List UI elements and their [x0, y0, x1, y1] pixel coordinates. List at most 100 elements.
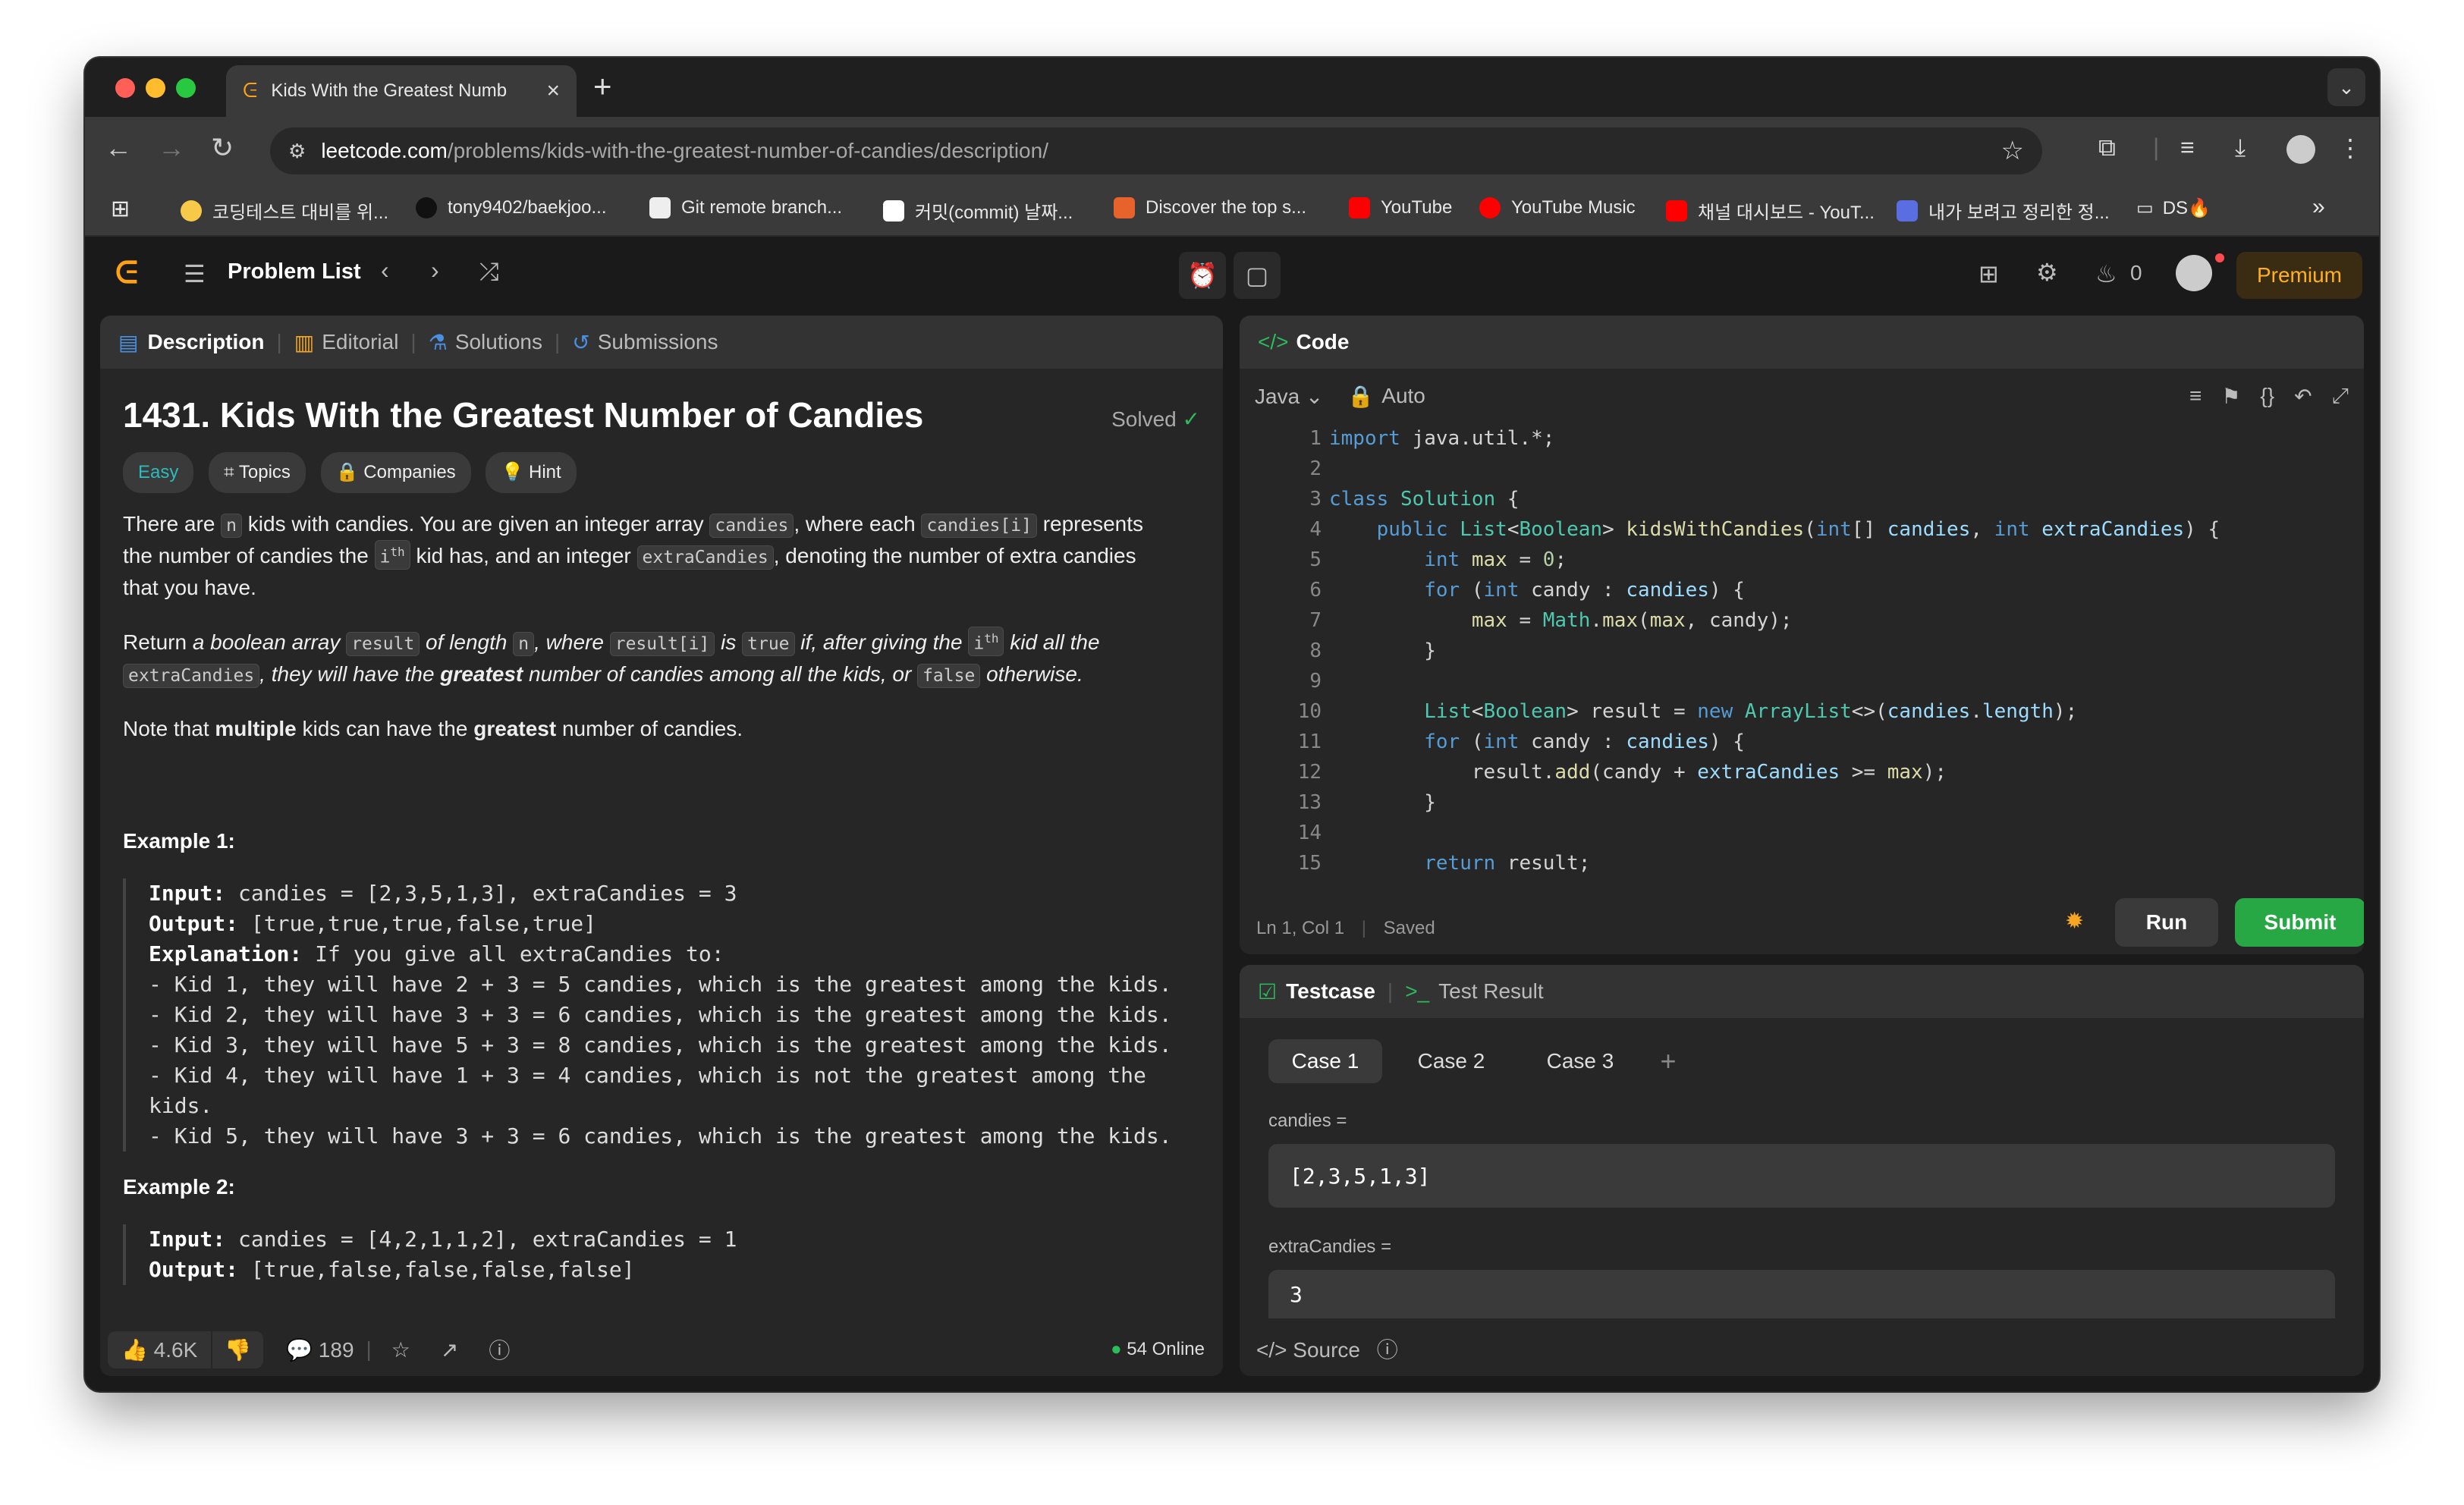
- code-line: for (int candy : candies) {: [1424, 731, 1745, 753]
- reset-icon[interactable]: ↶: [2294, 384, 2312, 409]
- online-count: ● 54 Online: [1111, 1339, 1205, 1359]
- browser-tab[interactable]: ᕮ Kids With the Greatest Numb ×: [226, 65, 577, 117]
- bookmark-icon[interactable]: ⚑: [2221, 384, 2240, 409]
- testcase-header: ☑ Testcase | >_ Test Result: [1240, 965, 2364, 1018]
- shuffle-icon[interactable]: ⤮: [479, 258, 499, 287]
- line-number: 1: [1309, 427, 1322, 450]
- expand-icon[interactable]: ⤢: [2332, 384, 2349, 409]
- code-header: </> Code: [1240, 316, 2364, 369]
- editorial-icon: ▥: [294, 330, 315, 354]
- maximize-window-button[interactable]: [176, 78, 196, 98]
- paragraph-2: Return a boolean array result of length …: [123, 627, 1200, 690]
- difficulty-badge[interactable]: Easy: [123, 452, 194, 493]
- language-select[interactable]: Java ⌄: [1255, 384, 1323, 409]
- layout-icon[interactable]: ⊞: [1978, 259, 1999, 288]
- new-tab-button[interactable]: +: [593, 68, 612, 105]
- close-window-button[interactable]: [115, 78, 135, 98]
- line-number: 15: [1297, 852, 1322, 875]
- description-footer: 👍 4.6K 👎 💬 189 | ☆ ↗ ⓘ ● 54 Online: [100, 1323, 1223, 1376]
- minimize-window-button[interactable]: [146, 78, 165, 98]
- download-icon[interactable]: ⤓: [2235, 134, 2246, 162]
- hint-chip[interactable]: 💡 Hint: [486, 452, 577, 493]
- reload-icon[interactable]: ↻: [211, 132, 234, 164]
- address-bar[interactable]: ⚙ leetcode.com/problems/kids-with-the-gr…: [270, 127, 2042, 174]
- bookmark-1[interactable]: 코딩테스트 대비를 위...: [181, 197, 388, 224]
- bookmark-2[interactable]: tony9402/baekjoo...: [416, 197, 607, 218]
- prev-problem-icon[interactable]: ‹: [381, 256, 389, 284]
- bookmark-star-icon[interactable]: ☆: [2001, 136, 2024, 166]
- bookmark-youtube[interactable]: YouTube: [1349, 197, 1452, 218]
- bookmark-folder-ds[interactable]: ▭ DS🔥: [2136, 197, 2211, 219]
- run-button[interactable]: Run: [2115, 898, 2218, 947]
- close-tab-icon[interactable]: ×: [546, 78, 560, 104]
- bookmark-youtube-music[interactable]: YouTube Music: [1479, 197, 1636, 218]
- braces-icon[interactable]: {}: [2260, 384, 2274, 408]
- line-number: 9: [1309, 670, 1322, 693]
- tag-chips: Easy ⌗ Topics 🔒 Companies 💡 Hint: [123, 452, 1200, 493]
- leetcode-favicon-icon: ᕮ: [243, 79, 258, 102]
- more-bookmarks-icon[interactable]: »: [2312, 194, 2325, 220]
- problem-description: 1431. Kids With the Greatest Number of C…: [123, 397, 1200, 1285]
- settings-gear-icon[interactable]: ⚙: [2036, 258, 2058, 287]
- next-problem-icon[interactable]: ›: [431, 256, 439, 284]
- streak-fire-icon[interactable]: ♨: [2095, 259, 2117, 288]
- case-3-tab[interactable]: Case 3: [1523, 1039, 1637, 1083]
- extensions-icon[interactable]: ⧉: [2098, 134, 2116, 162]
- share-icon[interactable]: ↗: [441, 1337, 458, 1362]
- help-icon[interactable]: ⓘ: [489, 1334, 510, 1365]
- media-icon[interactable]: ≡: [2180, 134, 2195, 162]
- tab-description[interactable]: Description: [147, 330, 264, 354]
- tab-testcase[interactable]: Testcase: [1286, 979, 1375, 1004]
- site-info-icon[interactable]: ⚙: [288, 140, 306, 163]
- bookmark-channel-dashboard[interactable]: 채널 대시보드 - YouT...: [1666, 197, 1875, 224]
- timer-icon[interactable]: ⏰: [1179, 252, 1226, 299]
- bookmark-4[interactable]: 커밋(commit) 날짜...: [883, 197, 1073, 224]
- debugger-icon[interactable]: ✹: [2065, 908, 2084, 935]
- mode-label[interactable]: Auto: [1381, 384, 1425, 408]
- code-line: public List<Boolean> kidsWithCandies(int…: [1376, 518, 2220, 541]
- case-1-tab[interactable]: Case 1: [1268, 1039, 1382, 1083]
- browser-menu-icon[interactable]: ⋮: [2338, 134, 2362, 162]
- submit-button[interactable]: Submit: [2235, 898, 2364, 947]
- line-number: 11: [1297, 731, 1322, 753]
- comment-icon: 💬: [286, 1337, 313, 1362]
- comments-button[interactable]: 💬 189: [286, 1337, 354, 1362]
- thumbs-down-icon: 👎: [225, 1337, 252, 1362]
- user-avatar[interactable]: [2176, 255, 2212, 291]
- dislike-button[interactable]: 👎: [212, 1331, 264, 1368]
- extra-candies-input[interactable]: 3: [1268, 1270, 2335, 1318]
- add-case-icon[interactable]: +: [1649, 1039, 1687, 1083]
- leetcode-logo-icon[interactable]: ᕮ: [115, 256, 138, 291]
- candies-input[interactable]: [2,3,5,1,3]: [1268, 1144, 2335, 1208]
- code-line: import java.util.*;: [1329, 427, 1555, 450]
- line-number: 6: [1309, 579, 1322, 602]
- back-icon[interactable]: ←: [105, 132, 132, 164]
- bookmark-5[interactable]: Discover the top s...: [1114, 197, 1306, 218]
- bookmark-9[interactable]: 내가 보려고 정리한 정...: [1897, 197, 2110, 224]
- checkbox-icon: ☑: [1258, 979, 1278, 1004]
- code-line: int max = 0;: [1424, 548, 1567, 571]
- profile-avatar[interactable]: [2286, 135, 2315, 164]
- case-2-tab[interactable]: Case 2: [1394, 1039, 1508, 1083]
- apps-icon[interactable]: ⊞: [111, 196, 130, 222]
- tab-submissions[interactable]: Submissions: [598, 330, 718, 354]
- forward-icon[interactable]: →: [158, 132, 185, 164]
- tab-test-result[interactable]: Test Result: [1438, 979, 1544, 1004]
- format-icon[interactable]: ≡: [2189, 384, 2202, 408]
- tab-search-button[interactable]: ⌄: [2327, 68, 2365, 106]
- bookmark-3[interactable]: Git remote branch...: [649, 197, 842, 218]
- like-button[interactable]: 👍 4.6K: [108, 1331, 212, 1368]
- companies-chip[interactable]: 🔒 Companies: [320, 452, 471, 493]
- premium-button[interactable]: Premium: [2236, 252, 2362, 299]
- problem-list-link[interactable]: Problem List: [228, 259, 361, 284]
- notes-icon[interactable]: ▢: [1234, 252, 1281, 299]
- tab-editorial[interactable]: Editorial: [322, 330, 398, 354]
- problem-list-icon: ☰: [184, 260, 206, 287]
- topics-chip[interactable]: ⌗ Topics: [209, 452, 306, 493]
- thumbs-up-icon: 👍: [121, 1337, 148, 1362]
- streak-count: 0: [2130, 261, 2142, 284]
- source-link[interactable]: </> Source ⓘ: [1256, 1334, 1398, 1364]
- favorite-star-icon[interactable]: ☆: [391, 1337, 410, 1362]
- code-editor[interactable]: 1 import java.util.*; 2 3 class Solution {4 …: [1240, 420, 2364, 875]
- tab-solutions[interactable]: Solutions: [455, 330, 542, 354]
